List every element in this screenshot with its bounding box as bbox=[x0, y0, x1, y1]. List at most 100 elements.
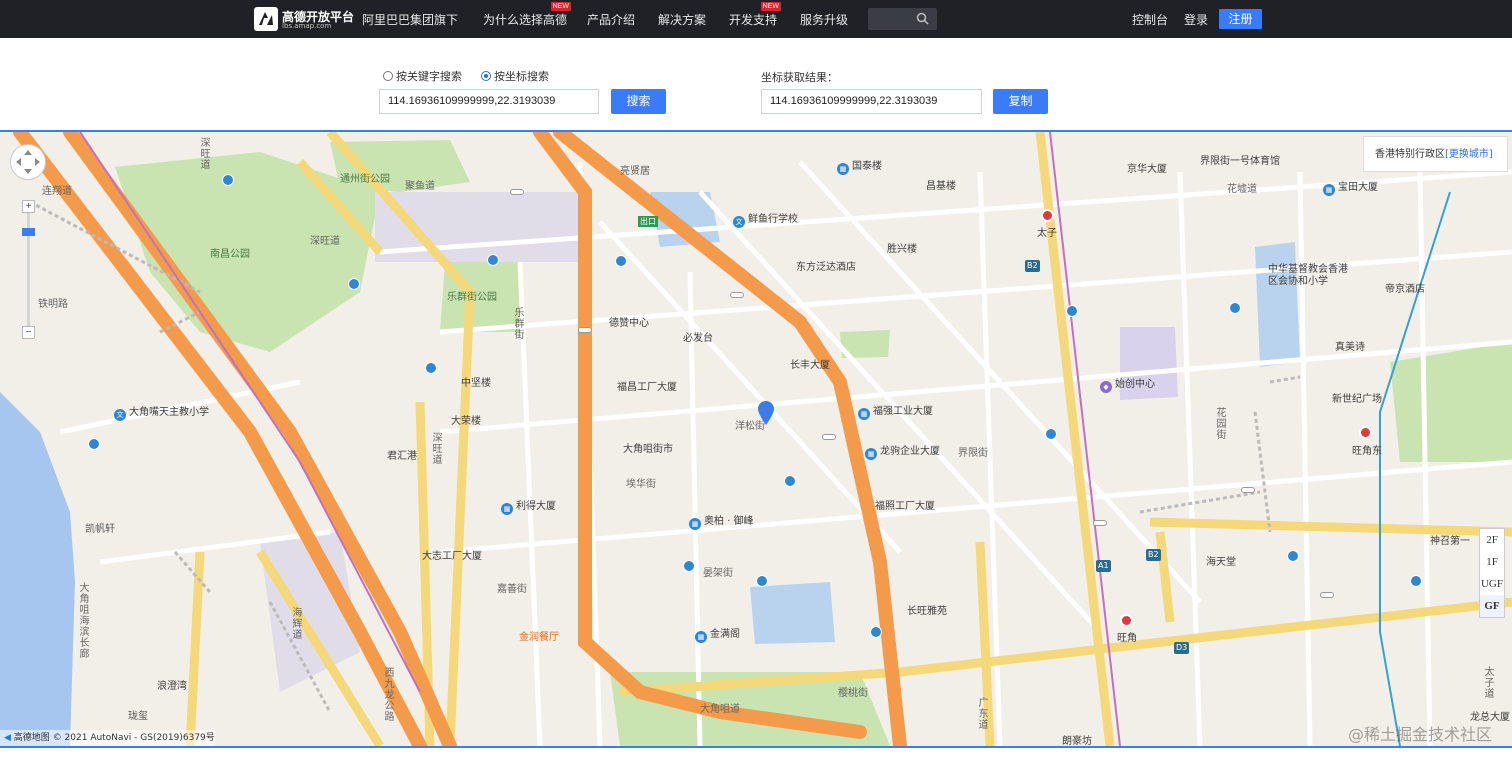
bus-stop-icon[interactable] bbox=[348, 278, 360, 290]
poi-label: 旺角 bbox=[1117, 633, 1137, 644]
bus-stop-icon[interactable] bbox=[870, 626, 882, 638]
floor-2f[interactable]: 2F bbox=[1480, 529, 1504, 551]
building-icon: ▦ bbox=[1323, 184, 1335, 196]
floor-ugf[interactable]: UGF bbox=[1480, 573, 1504, 595]
bus-stop-icon[interactable] bbox=[1410, 575, 1422, 587]
bus-stop-icon[interactable] bbox=[756, 575, 768, 587]
bus-stop-icon[interactable] bbox=[683, 560, 695, 572]
zoom-out-button[interactable]: − bbox=[22, 326, 35, 339]
metro-station-icon[interactable] bbox=[1041, 209, 1054, 222]
copyright-logo-text: 高德地图 bbox=[13, 733, 50, 743]
map-poi: 大志工厂大厦 bbox=[422, 547, 482, 562]
poi-label: 长丰大厦 bbox=[790, 360, 830, 371]
search-button[interactable]: 搜索 bbox=[611, 89, 666, 114]
metro-station-icon[interactable] bbox=[1359, 426, 1372, 439]
bus-stop-icon[interactable] bbox=[1045, 428, 1057, 440]
map-poi: ▦ 龙驹企业大厦 bbox=[865, 442, 940, 460]
bus-stop-icon[interactable] bbox=[222, 174, 234, 186]
map-label: 晏架街 bbox=[703, 568, 733, 579]
traffic-light-icon bbox=[822, 434, 836, 440]
pan-control[interactable] bbox=[10, 144, 46, 180]
nav-item-solutions[interactable]: 解决方案 bbox=[658, 11, 706, 28]
bus-stop-icon[interactable] bbox=[1066, 305, 1078, 317]
amap-logo-icon bbox=[254, 7, 278, 31]
radio-keyword-search[interactable]: 按关键字搜索 bbox=[383, 68, 462, 84]
search-icon[interactable] bbox=[916, 12, 929, 25]
map-label: 乐群街公园 bbox=[447, 292, 497, 303]
map-poi: 旺角东 bbox=[1352, 442, 1382, 457]
map-poi: 界限街一号体育馆 bbox=[1200, 152, 1280, 167]
nav-item-alibaba[interactable]: 阿里巴巴集团旗下 bbox=[362, 11, 458, 28]
register-button[interactable]: 注册 bbox=[1219, 9, 1262, 29]
map-poi: ▦ 利得大厦 bbox=[501, 497, 556, 515]
poi-label: 海天堂 bbox=[1206, 557, 1236, 568]
nav-search-box[interactable] bbox=[868, 8, 937, 30]
radio-label: 按坐标搜索 bbox=[494, 70, 549, 83]
zoom-slider-handle[interactable] bbox=[22, 228, 35, 236]
nav-item-label: 服务升级 bbox=[800, 13, 849, 27]
map-poi: 海天堂 bbox=[1206, 553, 1236, 568]
location-pin-icon[interactable] bbox=[758, 401, 774, 425]
login-link[interactable]: 登录 bbox=[1184, 11, 1208, 28]
poi-label: 中坚楼 bbox=[461, 378, 491, 389]
poi-label: 宝田大厦 bbox=[1338, 182, 1378, 193]
city-selector[interactable]: 香港特别行政区[更换城市] bbox=[1363, 136, 1508, 172]
map-poi: 长旺雅苑 bbox=[907, 602, 947, 617]
traffic-light-icon bbox=[1093, 520, 1107, 526]
poi-label: 国泰楼 bbox=[852, 161, 882, 172]
nav-item-products[interactable]: 产品介绍 bbox=[587, 11, 635, 28]
new-badge: NEW bbox=[550, 2, 572, 11]
map-poi: ▦ 奥柏 · 御峰 bbox=[689, 512, 754, 530]
radio-coord-search[interactable]: 按坐标搜索 bbox=[481, 68, 549, 84]
console-link[interactable]: 控制台 bbox=[1132, 11, 1168, 28]
bus-stop-icon[interactable] bbox=[487, 254, 499, 266]
map-canvas[interactable]: 通州街公园 聚鱼道 深旺道 深旺道 深旺道 连翔道 南昌公园 铁明路 乐群街公园… bbox=[0, 130, 1512, 748]
map-poi: 中华基督教会香港区会协和小学 bbox=[1268, 264, 1348, 288]
poi-label: 德赞中心 bbox=[609, 318, 649, 329]
map-label: 埃华街 bbox=[626, 479, 656, 490]
coord-input[interactable]: 114.16936109999999,22.3193039 bbox=[379, 89, 599, 114]
poi-label: 君汇港 bbox=[387, 451, 417, 462]
bus-stop-icon[interactable] bbox=[615, 255, 627, 267]
traffic-light-icon bbox=[730, 292, 744, 298]
copy-button[interactable]: 复制 bbox=[993, 89, 1048, 114]
floor-1f[interactable]: 1F bbox=[1480, 551, 1504, 573]
floor-gf[interactable]: GF bbox=[1480, 595, 1504, 617]
bus-stop-icon[interactable] bbox=[425, 362, 437, 374]
radio-dot-selected[interactable] bbox=[481, 71, 491, 81]
poi-label: 浪澄湾 bbox=[157, 681, 187, 692]
nav-item-dev-support[interactable]: 开发支持 NEW bbox=[729, 2, 782, 28]
metro-exit-icon: A1 bbox=[1096, 560, 1111, 572]
nav-item-why-amap[interactable]: 为什么选择高德 NEW bbox=[483, 2, 572, 28]
poi-label: 金满阁 bbox=[710, 629, 740, 640]
poi-label: 东方泛达酒店 bbox=[796, 262, 856, 273]
building-icon: ▦ bbox=[689, 518, 701, 530]
building-icon: ▦ bbox=[858, 408, 870, 420]
mall-icon: ◆ bbox=[1100, 381, 1112, 393]
bus-stop-icon[interactable] bbox=[1287, 550, 1299, 562]
change-city-link[interactable]: [更换城市] bbox=[1445, 149, 1493, 160]
nav-item-upgrade[interactable]: 服务升级 bbox=[800, 11, 848, 28]
amap-logo[interactable]: 高德开放平台 lbs.amap.com bbox=[254, 7, 354, 31]
bus-stop-icon[interactable] bbox=[1229, 302, 1241, 314]
result-field[interactable]: 114.16936109999999,22.3193039 bbox=[761, 89, 982, 114]
map-poi: 福昌工厂大厦 bbox=[617, 378, 677, 393]
bus-stop-icon[interactable] bbox=[784, 475, 796, 487]
metro-station-icon[interactable] bbox=[1120, 614, 1133, 627]
bus-stop-icon[interactable] bbox=[88, 438, 100, 450]
floor-selector[interactable]: 2F 1F UGF GF bbox=[1479, 528, 1505, 618]
map-poi: 大角咀街市 bbox=[623, 440, 673, 455]
zoom-slider-track[interactable] bbox=[27, 202, 30, 327]
map-poi: 帝京酒店 bbox=[1385, 280, 1425, 295]
zoom-in-button[interactable]: + bbox=[22, 200, 35, 213]
poi-label: 昌基楼 bbox=[926, 181, 956, 192]
map-poi: 福照工厂大厦 bbox=[875, 497, 935, 512]
radio-dot[interactable] bbox=[383, 71, 393, 81]
building-icon: ▦ bbox=[695, 631, 707, 643]
map-poi: 大荣楼 bbox=[451, 412, 481, 427]
map-label: 乐群街 bbox=[512, 307, 523, 340]
pan-arrows-icon[interactable] bbox=[11, 145, 45, 179]
poi-label: 真美诗 bbox=[1335, 342, 1365, 353]
traffic-light-icon bbox=[1241, 487, 1255, 493]
map-label: 大角咀海滨长廊 bbox=[77, 582, 88, 659]
